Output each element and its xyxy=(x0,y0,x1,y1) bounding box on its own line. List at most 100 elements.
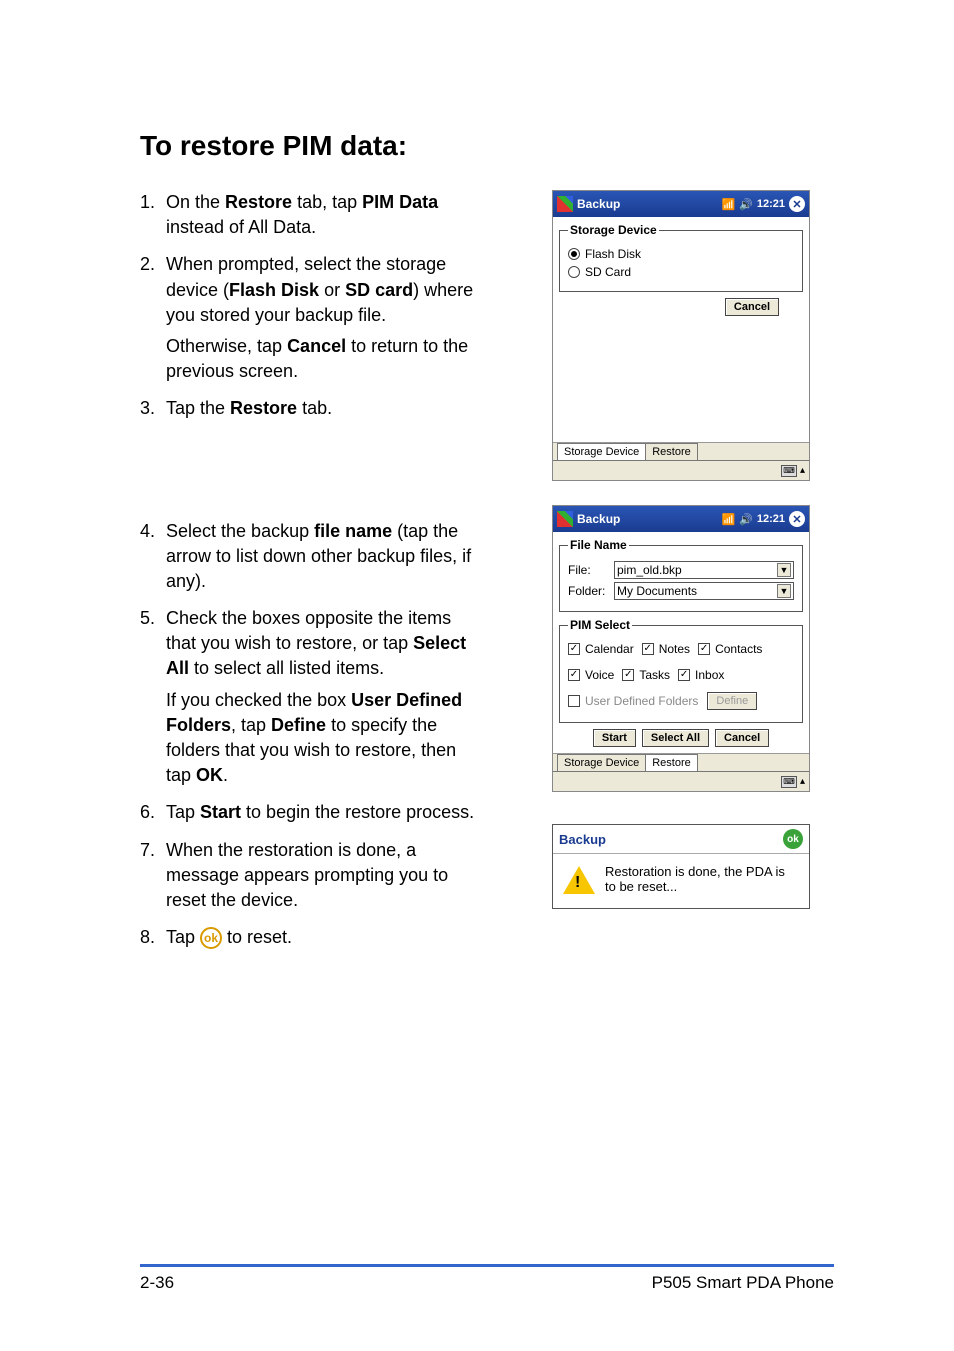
step-body: Tap the Restore tab. xyxy=(166,396,480,421)
pda-titlebar: Backup 12:21 ✕ xyxy=(553,506,809,532)
storage-device-group: Storage Device Flash Disk SD Card xyxy=(559,223,803,292)
start-flag-icon[interactable] xyxy=(557,511,573,527)
storage-device-legend: Storage Device xyxy=(568,223,659,237)
checkbox-user-defined-folders[interactable] xyxy=(568,695,580,707)
cancel-button[interactable]: Cancel xyxy=(725,298,779,316)
folder-combo[interactable]: My Documents ▼ xyxy=(614,582,794,600)
step-item: 4.Select the backup file name (tap the a… xyxy=(140,519,480,595)
tab-storage-device[interactable]: Storage Device xyxy=(557,443,646,460)
signal-icon xyxy=(721,512,735,526)
udf-label: User Defined Folders xyxy=(585,694,698,708)
start-flag-icon[interactable] xyxy=(557,196,573,212)
start-button[interactable]: Start xyxy=(593,729,636,747)
text-run: Otherwise, tap xyxy=(166,336,287,356)
ok-button[interactable]: ok xyxy=(783,829,803,849)
checkbox-icon xyxy=(678,669,690,681)
checkbox-inbox[interactable]: Inbox xyxy=(678,668,724,682)
step-number: 4. xyxy=(140,519,166,595)
step-number: 3. xyxy=(140,396,166,421)
radio-sd-card[interactable]: SD Card xyxy=(568,265,794,279)
text-run: , tap xyxy=(231,715,271,735)
step-number: 5. xyxy=(140,606,166,788)
close-icon[interactable]: ✕ xyxy=(789,196,805,212)
step-item: 5.Check the boxes opposite the items tha… xyxy=(140,606,480,788)
cancel-button[interactable]: Cancel xyxy=(715,729,769,747)
text-run: . xyxy=(223,765,228,785)
chk-label: Tasks xyxy=(639,668,670,682)
text-run: When the restoration is done, a message … xyxy=(166,840,448,910)
text-run: tab. xyxy=(297,398,332,418)
text-run: to begin the restore process. xyxy=(241,802,474,822)
radio-label: Flash Disk xyxy=(585,247,641,261)
step-body: When the restoration is done, a message … xyxy=(166,838,480,914)
step-item: 2.When prompted, select the storage devi… xyxy=(140,252,480,384)
checkbox-contacts[interactable]: Contacts xyxy=(698,642,762,656)
step-body: Select the backup file name (tap the arr… xyxy=(166,519,480,595)
section-heading: To restore PIM data: xyxy=(140,130,834,162)
pda-titlebar: Backup 12:21 ✕ xyxy=(553,191,809,217)
text-run: Select the backup xyxy=(166,521,314,541)
step-number: 7. xyxy=(140,838,166,914)
checkbox-notes[interactable]: Notes xyxy=(642,642,690,656)
checkbox-tasks[interactable]: Tasks xyxy=(622,668,670,682)
tab-storage-device[interactable]: Storage Device xyxy=(557,754,646,771)
screenshot-restore-pim: Backup 12:21 ✕ File Name File: pim_old.b… xyxy=(552,505,810,792)
step-body: When prompted, select the storage device… xyxy=(166,252,480,384)
text-run: Tap xyxy=(166,802,200,822)
product-name: P505 Smart PDA Phone xyxy=(652,1273,834,1293)
text-run: Tap the xyxy=(166,398,230,418)
app-title: Backup xyxy=(577,512,717,526)
tab-restore[interactable]: Restore xyxy=(645,443,698,460)
text-run: Define xyxy=(271,715,326,735)
text-run: Restore xyxy=(225,192,292,212)
warning-icon xyxy=(563,866,595,894)
volume-icon xyxy=(739,512,753,526)
radio-icon xyxy=(568,266,580,278)
page-number: 2-36 xyxy=(140,1273,174,1293)
chk-label: Calendar xyxy=(585,642,634,656)
checkbox-calendar[interactable]: Calendar xyxy=(568,642,634,656)
text-run: OK xyxy=(196,765,223,785)
keyboard-icon[interactable]: ⌨ xyxy=(781,465,797,477)
step-item: 1.On the Restore tab, tap PIM Data inste… xyxy=(140,190,480,240)
input-panel-arrow-icon[interactable]: ▴ xyxy=(800,776,805,787)
step-body: Tap ok to reset. xyxy=(166,925,480,950)
text-run: On the xyxy=(166,192,225,212)
step-number: 2. xyxy=(140,252,166,384)
file-combo[interactable]: pim_old.bkp ▼ xyxy=(614,561,794,579)
define-button[interactable]: Define xyxy=(707,692,757,710)
step-item: 7.When the restoration is done, a messag… xyxy=(140,838,480,914)
chevron-down-icon[interactable]: ▼ xyxy=(777,563,791,577)
step-number: 6. xyxy=(140,800,166,825)
select-all-button[interactable]: Select All xyxy=(642,729,709,747)
ok-icon: ok xyxy=(200,927,222,949)
file-name-legend: File Name xyxy=(568,538,629,552)
step-body: Tap Start to begin the restore process. xyxy=(166,800,480,825)
input-panel-arrow-icon[interactable]: ▴ xyxy=(800,465,805,476)
pim-select-group: PIM Select Calendar Notes Contacts Voice… xyxy=(559,618,803,723)
keyboard-icon[interactable]: ⌨ xyxy=(781,776,797,788)
tab-restore[interactable]: Restore xyxy=(645,754,698,771)
text-run: instead of All Data. xyxy=(166,217,316,237)
text-run: PIM Data xyxy=(362,192,438,212)
checkbox-icon xyxy=(568,643,580,655)
text-run: Cancel xyxy=(287,336,346,356)
text-run: file name xyxy=(314,521,392,541)
folder-label: Folder: xyxy=(568,584,608,598)
text-run: to select all listed items. xyxy=(189,658,384,678)
chk-label: Notes xyxy=(659,642,690,656)
checkbox-voice[interactable]: Voice xyxy=(568,668,614,682)
text-run: If you checked the box xyxy=(166,690,351,710)
dialog-message: Restoration is done, the PDA is to be re… xyxy=(605,864,799,894)
text-run: to reset. xyxy=(222,927,292,947)
chk-label: Voice xyxy=(585,668,614,682)
step-number: 8. xyxy=(140,925,166,950)
step-body: On the Restore tab, tap PIM Data instead… xyxy=(166,190,480,240)
step-item: 3.Tap the Restore tab. xyxy=(140,396,480,421)
chevron-down-icon[interactable]: ▼ xyxy=(777,584,791,598)
step-number: 1. xyxy=(140,190,166,240)
radio-label: SD Card xyxy=(585,265,631,279)
close-icon[interactable]: ✕ xyxy=(789,511,805,527)
steps-list: 1.On the Restore tab, tap PIM Data inste… xyxy=(140,190,480,950)
radio-flash-disk[interactable]: Flash Disk xyxy=(568,247,794,261)
